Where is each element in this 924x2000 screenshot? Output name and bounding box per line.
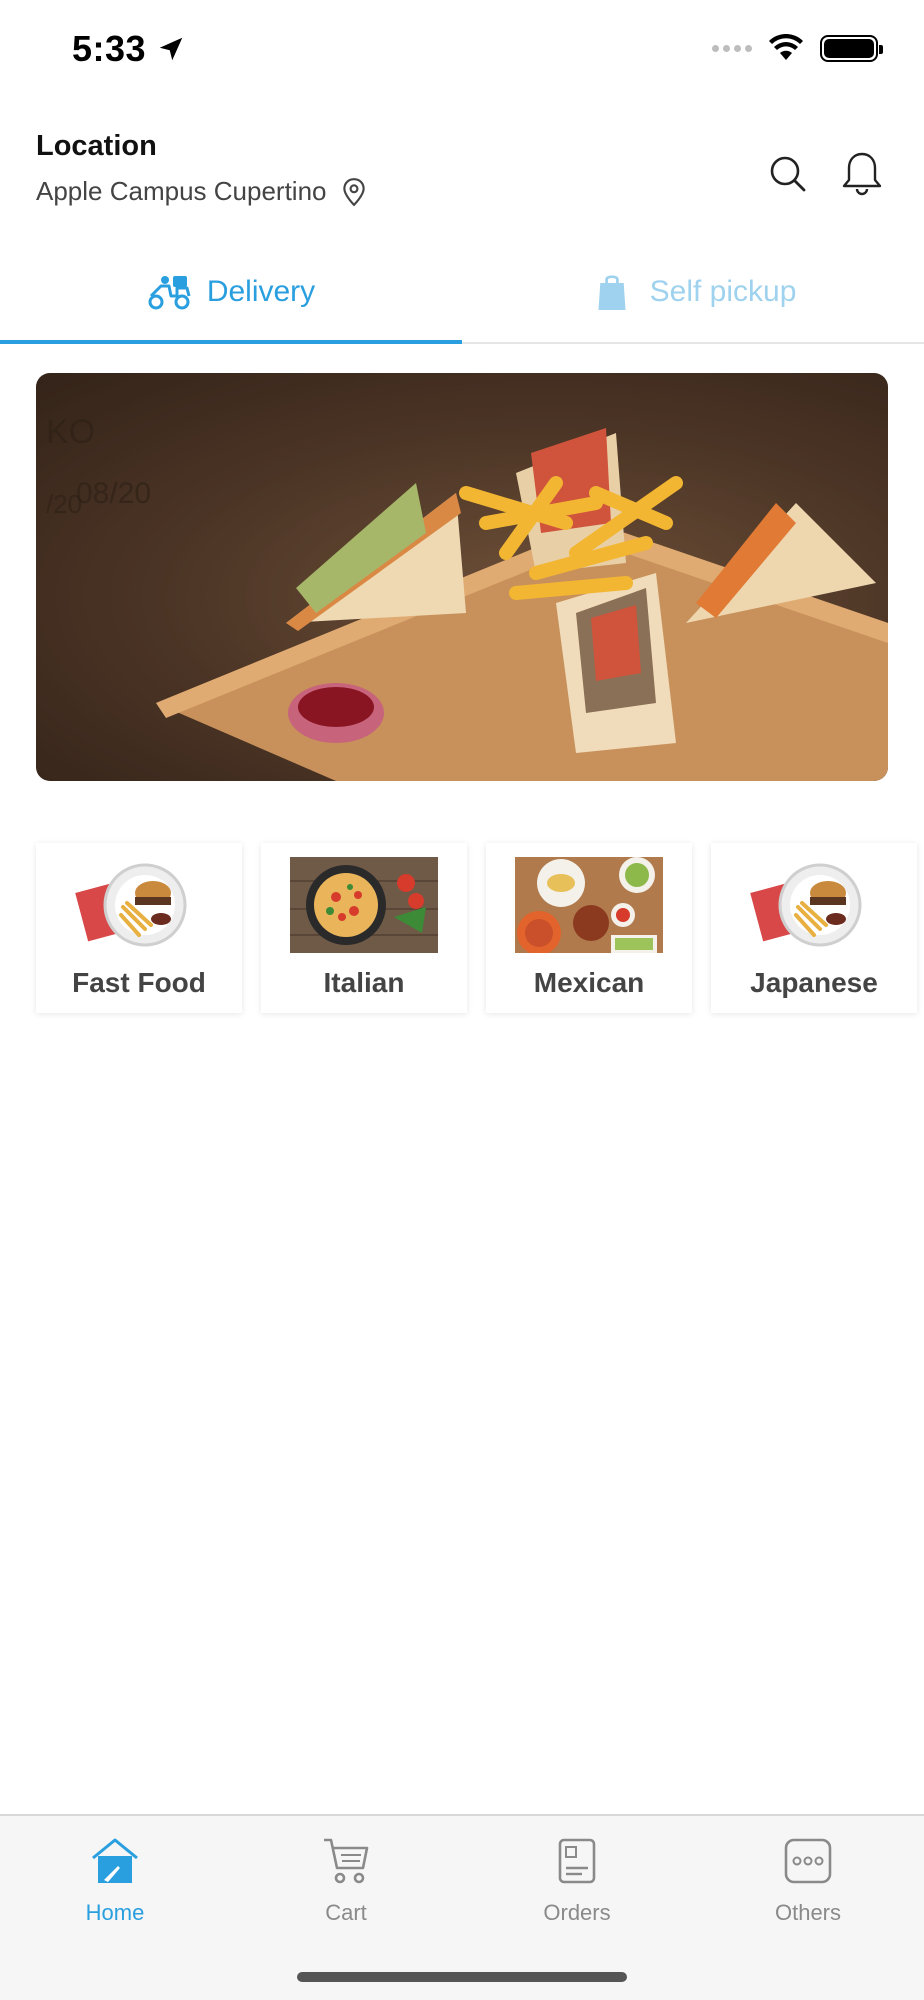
notification-bell-icon[interactable] <box>840 150 884 196</box>
fulfillment-tabs: Delivery Self pickup <box>0 240 924 344</box>
svg-text:08/20: 08/20 <box>76 477 151 510</box>
svg-text:KO: KO <box>46 413 95 451</box>
category-card-mexican[interactable]: Mexican <box>486 843 692 1013</box>
sandwich-banner-image: KO 08/20 /20 <box>36 373 888 781</box>
location-title: Location <box>36 130 157 162</box>
nav-item-home[interactable]: Home <box>15 1836 215 1926</box>
cart-icon <box>324 1838 369 1884</box>
status-time: 5:33 <box>72 28 147 69</box>
location-selector[interactable]: Apple Campus Cupertino <box>36 176 367 207</box>
category-card-italian[interactable]: Italian <box>261 843 467 1013</box>
wifi-icon <box>769 34 803 60</box>
nav-label: Orders <box>543 1900 611 1925</box>
promo-banner[interactable]: KO 08/20 /20 <box>36 373 888 781</box>
nav-item-cart[interactable]: Cart <box>246 1836 446 1926</box>
map-pin-icon <box>342 177 365 206</box>
category-card-japanese[interactable]: Japanese <box>711 843 917 1013</box>
status-indicators <box>712 34 883 62</box>
pasta-image <box>290 857 438 953</box>
category-label: Japanese <box>750 967 878 998</box>
search-icon[interactable] <box>768 154 808 194</box>
tab-self-pickup-label: Self pickup <box>649 275 797 308</box>
home-icon <box>92 1838 138 1883</box>
tab-self-pickup[interactable]: Self pickup <box>462 240 924 344</box>
cellular-signal-icon <box>712 44 752 52</box>
more-icon <box>784 1838 832 1884</box>
tab-delivery-label: Delivery <box>206 275 316 308</box>
nav-label: Home <box>85 1900 145 1925</box>
location-arrow-icon <box>159 37 183 61</box>
category-label: Italian <box>323 967 405 998</box>
bottom-navigation: Home Cart Orders Others <box>0 1814 924 2000</box>
active-tab-indicator <box>0 340 462 344</box>
burger-plate-image <box>65 857 213 953</box>
nav-label: Cart <box>325 1900 367 1925</box>
location-header: Location Apple Campus Cupertino <box>0 120 924 230</box>
status-bar: 5:33 <box>0 0 924 100</box>
orders-icon <box>558 1838 596 1884</box>
nav-label: Others <box>774 1900 842 1925</box>
scooter-icon <box>148 276 191 310</box>
category-label: Mexican <box>533 967 645 998</box>
category-list: Fast Food Italian Mexican Japanese <box>36 843 924 1013</box>
nav-item-others[interactable]: Others <box>708 1836 908 1926</box>
category-label: Fast Food <box>72 967 206 998</box>
tab-delivery[interactable]: Delivery <box>0 240 462 344</box>
shopping-bag-icon <box>598 275 626 310</box>
home-indicator[interactable] <box>297 1972 627 1982</box>
mexican-dishes-image <box>515 857 663 953</box>
burger-plate-image <box>740 857 888 953</box>
category-card-fast-food[interactable]: Fast Food <box>36 843 242 1013</box>
svg-text:/20: /20 <box>46 489 82 519</box>
nav-item-orders[interactable]: Orders <box>477 1836 677 1926</box>
battery-icon <box>820 34 883 62</box>
location-value: Apple Campus Cupertino <box>36 176 327 206</box>
